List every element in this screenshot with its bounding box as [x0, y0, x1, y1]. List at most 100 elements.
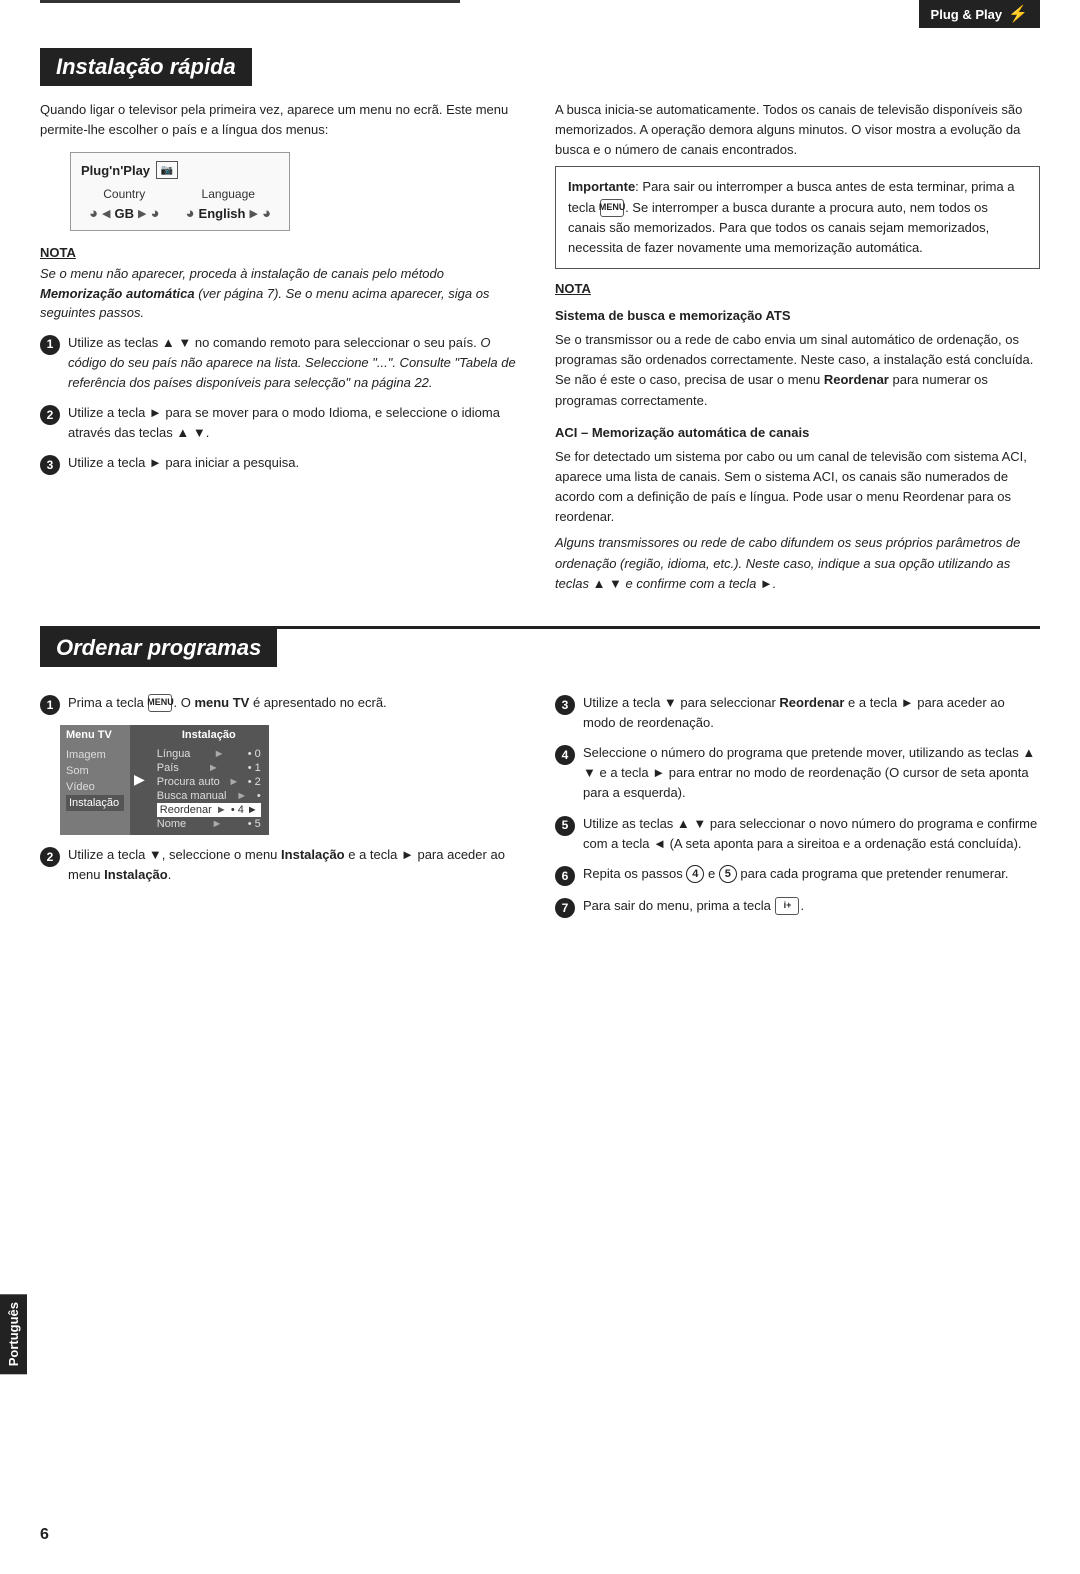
menu-right-nome: Nome ► • 5	[157, 817, 261, 831]
section2-content: 1 Prima a tecla MENU. O menu TV é aprese…	[40, 683, 1040, 928]
menu-right-lingua: Língua ► • 0	[157, 747, 261, 761]
nota1-block: NOTA Se o menu não aparecer, proceda à i…	[40, 245, 525, 323]
s2-step2-num: 2	[40, 847, 60, 867]
top-border-left	[40, 0, 460, 3]
globe-icon-lang2: ◕	[262, 205, 271, 222]
pnp-menu-title: Plug'n'Play 📷	[81, 161, 279, 179]
pnp-title-text: Plug'n'Play	[81, 163, 150, 178]
pnp-language-value-row: ◕ English ▶ ◕	[185, 205, 271, 222]
nota2-block: NOTA Sistema de busca e memorização ATS …	[555, 281, 1040, 411]
menu-right-pais: País ► • 1	[157, 761, 261, 775]
menu-item-imagem: Imagem	[66, 747, 124, 763]
page-wrapper: Plug & Play ⚡ Instalação rápida Quando l…	[0, 0, 1080, 1574]
pnp-language-value: English	[199, 206, 246, 221]
s2-step6-text: Repita os passos 4 e 5 para cada program…	[583, 864, 1040, 884]
lingua-label: Língua	[157, 748, 191, 760]
s2-step7-num: 7	[555, 898, 575, 918]
s2-step5: 5 Utilize as teclas ▲ ▼ para seleccionar…	[555, 814, 1040, 854]
pnp-menu-box: Plug'n'Play 📷 Country ◕ ◀ GB ▶ ◕	[70, 152, 290, 231]
section1-left: Quando ligar o televisor pela primeira v…	[40, 100, 525, 602]
tv-menu-box: Menu TV Imagem Som Vídeo Instalação ▶ In…	[60, 725, 525, 835]
s2-step6-num: 6	[555, 866, 575, 886]
menu-item-som: Som	[66, 763, 124, 779]
step3-num: 3	[40, 455, 60, 475]
menu-right-panel: Instalação Língua ► • 0 País ► • 1 Pr	[149, 725, 269, 835]
section2-left: 1 Prima a tecla MENU. O menu TV é aprese…	[40, 683, 525, 928]
s2-step7: 7 Para sair do menu, prima a tecla i+.	[555, 896, 1040, 918]
s2-step3: 3 Utilize a tecla ▼ para seleccionar Reo…	[555, 693, 1040, 733]
s2-step5-text: Utilize as teclas ▲ ▼ para seleccionar o…	[583, 814, 1040, 854]
nota2-title: NOTA	[555, 281, 1040, 296]
menu-item-instalacao: Instalação	[66, 795, 124, 811]
step3-text: Utilize a tecla ► para iniciar a pesquis…	[68, 453, 525, 473]
s2-step3-text: Utilize a tecla ▼ para seleccionar Reord…	[583, 693, 1040, 733]
procura-num: • 2	[248, 776, 261, 788]
s2-step7-text: Para sair do menu, prima a tecla i+.	[583, 896, 1040, 916]
arrow-right-language: ▶	[249, 207, 257, 220]
plug-icon: ⚡	[1008, 4, 1028, 24]
step1-text: Utilize as teclas ▲ ▼ no comando remoto …	[68, 333, 525, 393]
menu-item-video: Vídeo	[66, 779, 124, 795]
nota2-text: Se o transmissor ou a rede de cabo envia…	[555, 330, 1040, 411]
menu-left-title: Menu TV	[66, 729, 124, 741]
nota2-subtitle: Sistema de busca e memorização ATS	[555, 306, 1040, 326]
menu-right-reordenar: Reordenar ► • 4 ►	[157, 803, 261, 817]
step2: 2 Utilize a tecla ► para se mover para o…	[40, 403, 525, 443]
nome-dot: ►	[211, 818, 222, 830]
s2-step4: 4 Seleccione o número do programa que pr…	[555, 743, 1040, 803]
pais-label: País	[157, 762, 179, 774]
aci-title: ACI – Memorização automática de canais	[555, 423, 1040, 443]
s2-step6: 6 Repita os passos 4 e 5 para cada progr…	[555, 864, 1040, 886]
menu-right-title: Instalação	[157, 729, 261, 741]
menu-key2: MENU	[148, 694, 172, 712]
iplus-key: i+	[775, 897, 799, 915]
section1-heading: Instalação rápida	[40, 48, 252, 86]
s2-step1: 1 Prima a tecla MENU. O menu TV é aprese…	[40, 693, 525, 715]
aci-italic-text: Alguns transmissores ou rede de cabo dif…	[555, 533, 1040, 593]
arrow-left-country: ◀	[102, 207, 110, 220]
arrow-right-country: ▶	[138, 207, 146, 220]
s2-step2: 2 Utilize a tecla ▼, seleccione o menu I…	[40, 845, 525, 885]
reordenar-num: • 4 ►	[231, 804, 258, 816]
section1-right: A busca inicia-se automaticamente. Todos…	[555, 100, 1040, 602]
section1-content: Quando ligar o televisor pela primeira v…	[40, 100, 1040, 602]
lingua-dot: ►	[214, 748, 225, 760]
menu-arrow-icon: ▶	[130, 725, 149, 835]
reordenar-dot: ►	[216, 804, 227, 816]
step1-num: 1	[40, 335, 60, 355]
step3: 3 Utilize a tecla ► para iniciar a pesqu…	[40, 453, 525, 475]
aci-text: Se for detectado um sistema por cabo ou …	[555, 447, 1040, 528]
pnp-country-col: Country ◕ ◀ GB ▶ ◕	[89, 187, 160, 222]
important-box: Importante: Para sair ou interromper a b…	[555, 166, 1040, 269]
pais-num: • 1	[248, 762, 261, 774]
busca-dot: ►	[236, 790, 247, 802]
globe-icon-lang: ◕	[185, 205, 194, 222]
menu-right-busca: Busca manual ► •	[157, 789, 261, 803]
page-number: 6	[40, 1526, 49, 1544]
step1: 1 Utilize as teclas ▲ ▼ no comando remot…	[40, 333, 525, 393]
busca-label: Busca manual	[157, 790, 227, 802]
menu-key: MENU	[600, 199, 624, 217]
circle4: 4	[686, 865, 704, 883]
pais-dot: ►	[208, 762, 219, 774]
pnp-country-value: GB	[115, 206, 135, 221]
section1-intro: Quando ligar o televisor pela primeira v…	[40, 100, 525, 140]
reordenar-label: Reordenar	[160, 804, 212, 816]
busca-num: •	[257, 790, 261, 802]
procura-label: Procura auto	[157, 776, 220, 788]
right-para1: A busca inicia-se automaticamente. Todos…	[555, 100, 1040, 160]
nota1-text: Se o menu não aparecer, proceda à instal…	[40, 264, 525, 323]
important-title: Importante	[568, 179, 635, 194]
section2-heading: Ordenar programas	[40, 629, 277, 667]
menu-left-panel: Menu TV Imagem Som Vídeo Instalação	[60, 725, 130, 835]
s2-step3-num: 3	[555, 695, 575, 715]
section2-right: 3 Utilize a tecla ▼ para seleccionar Reo…	[555, 683, 1040, 928]
pnp-country-value-row: ◕ ◀ GB ▶ ◕	[89, 205, 160, 222]
nota1-title: NOTA	[40, 245, 525, 260]
s2-step1-text: Prima a tecla MENU. O menu TV é apresent…	[68, 693, 525, 713]
s2-step4-num: 4	[555, 745, 575, 765]
s2-step5-num: 5	[555, 816, 575, 836]
plug-play-label: Plug & Play	[931, 7, 1003, 22]
lingua-num: • 0	[248, 748, 261, 760]
portugues-label: Português	[0, 1294, 27, 1374]
